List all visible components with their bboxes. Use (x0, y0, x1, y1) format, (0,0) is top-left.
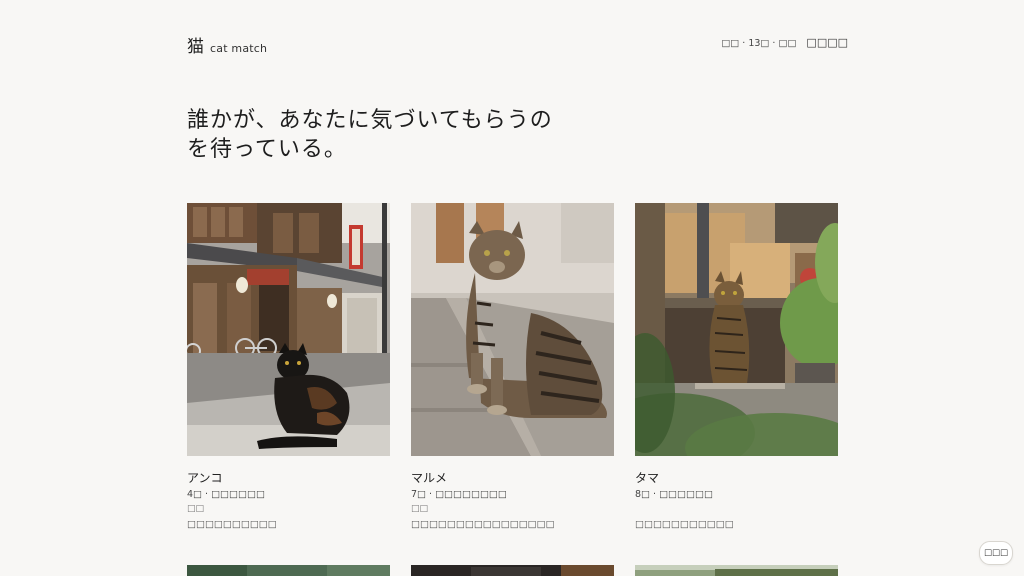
logo-text: cat match (210, 42, 268, 55)
nav-link[interactable]: □□□□ (806, 36, 848, 50)
cat-description: □□□□□□□□□□□□□□□□ (411, 519, 555, 530)
cat-photo-anko[interactable] (187, 203, 390, 456)
brand-logo[interactable]: 猫 cat match (187, 32, 267, 57)
cat-tag: □□ (411, 504, 429, 514)
header-meta: □□ · 13□ · □□ □□□□ (721, 36, 848, 50)
cat-details: 8□ · □□□□□□ (635, 489, 713, 500)
cat-photo-tama[interactable] (635, 203, 838, 456)
cat-description: □□□□□□□□□□□ (635, 519, 734, 530)
hero-line-2: を待っている。 (187, 137, 347, 162)
cat-photo-image (187, 565, 390, 576)
cat-details: 7□ · □□□□□□□□ (411, 489, 507, 500)
site-header: 猫 cat match □□ · 13□ · □□ □□□□ (187, 32, 848, 62)
cat-photo-image (635, 203, 838, 456)
cat-details: 4□ · □□□□□□ (187, 489, 265, 500)
hero-title: 誰かが、あなたに気づいてもらうの を待っている。 (187, 106, 747, 164)
cat-photo-image (635, 565, 838, 576)
cat-card[interactable]: マルメ 7□ · □□□□□□□□ □□ □□□□□□□□□□□□□□□□ (411, 203, 614, 530)
cat-photo-image (187, 203, 390, 456)
page: 猫 cat match □□ · 13□ · □□ □□□□ 誰かが、あなたに気… (0, 0, 1024, 576)
cat-card-row2-3[interactable] (635, 563, 838, 576)
cat-card-row2-1[interactable] (187, 563, 390, 576)
cat-description: □□□□□□□□□□ (187, 519, 277, 530)
hero-line-1: 誰かが、あなたに気づいてもらうの (187, 108, 553, 133)
cat-photo-image (411, 203, 614, 456)
cat-card[interactable]: タマ 8□ · □□□□□□ □□□□□□□□□□□ (635, 203, 838, 530)
cat-tag: □□ (187, 504, 205, 514)
cat-name: タマ (635, 471, 660, 485)
cat-card-row2-2[interactable] (411, 563, 614, 576)
cat-photo-image (411, 565, 614, 576)
cat-card[interactable]: アンコ 4□ · □□□□□□ □□ □□□□□□□□□□ (187, 203, 390, 530)
logo-mark: 猫 (187, 37, 204, 57)
cat-name: アンコ (187, 471, 223, 485)
meta-info: □□ · 13□ · □□ (721, 37, 797, 49)
floating-action-button[interactable]: □□□ (979, 541, 1013, 565)
cat-name: マルメ (411, 471, 448, 485)
cat-photo-marume[interactable] (411, 203, 614, 456)
